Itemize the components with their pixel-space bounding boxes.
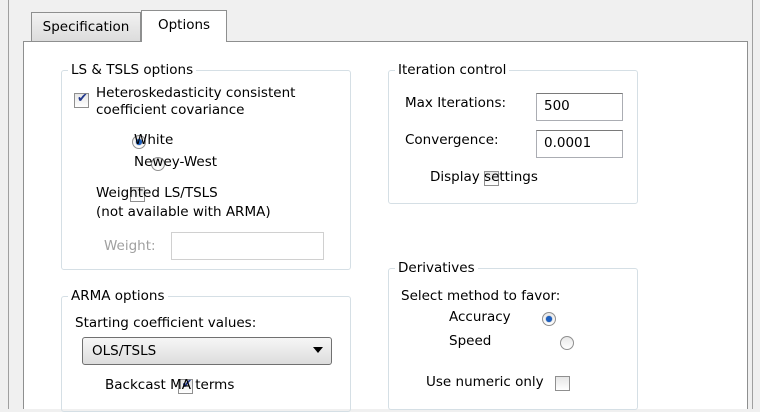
window-left-border — [0, 0, 9, 409]
arma-title: ARMA options — [71, 288, 165, 304]
display-settings-label: Display settings — [430, 169, 538, 185]
accuracy-radio[interactable] — [541, 312, 556, 326]
tab-specification[interactable]: Specification — [31, 12, 141, 41]
speed-radio[interactable] — [560, 336, 575, 350]
derivatives-title: Derivatives — [398, 260, 475, 276]
chevron-down-icon — [313, 347, 323, 353]
use-numeric-label: Use numeric only — [426, 374, 544, 390]
tab-options[interactable]: Options — [141, 10, 227, 42]
convergence-label: Convergence: — [405, 132, 499, 148]
weighted-label-line1: Weighted LS/TSLS — [96, 185, 218, 201]
radio-selected-dot — [545, 316, 552, 322]
iteration-title: Iteration control — [398, 62, 507, 78]
weight-input[interactable] — [171, 232, 324, 260]
select-method-label: Select method to favor: — [401, 288, 561, 304]
tab-specification-label: Specification — [42, 19, 130, 35]
checkmark-icon: ✔ — [77, 91, 88, 106]
hetero-label-line2: coefficient covariance — [96, 102, 245, 118]
starting-values-label: Starting coefficient values: — [75, 315, 257, 331]
hetero-label-line1: Heteroskedasticity consistent — [96, 85, 296, 101]
starting-values-select[interactable]: OLS/TSLS — [82, 337, 332, 365]
newey-west-label: Newey-West — [134, 154, 218, 170]
hetero-label: Heteroskedasticity consistent coefficien… — [96, 85, 295, 119]
convergence-input[interactable]: 0.0001 — [536, 130, 623, 158]
window-right-border — [752, 0, 760, 409]
backcast-label: Backcast MA terms — [105, 377, 235, 393]
ls-tsls-title: LS & TSLS options — [71, 62, 194, 78]
hetero-checkbox[interactable]: ✔ — [74, 91, 89, 108]
max-iterations-label: Max Iterations: — [405, 95, 507, 111]
weighted-label: Weighted LS/TSLS (not available with ARM… — [96, 184, 271, 222]
weight-label: Weight: — [104, 238, 156, 254]
use-numeric-checkbox[interactable] — [555, 376, 571, 391]
tab-options-label: Options — [157, 17, 211, 33]
weighted-label-line2: (not available with ARMA) — [96, 204, 271, 220]
speed-label: Speed — [449, 333, 492, 349]
white-label: White — [134, 132, 174, 148]
options-panel: LS & TSLS options ✔ Heteroskedasticity c… — [23, 41, 748, 412]
max-iterations-input[interactable]: 500 — [536, 93, 623, 121]
starting-values-selected: OLS/TSLS — [92, 343, 157, 359]
accuracy-label: Accuracy — [449, 309, 511, 325]
